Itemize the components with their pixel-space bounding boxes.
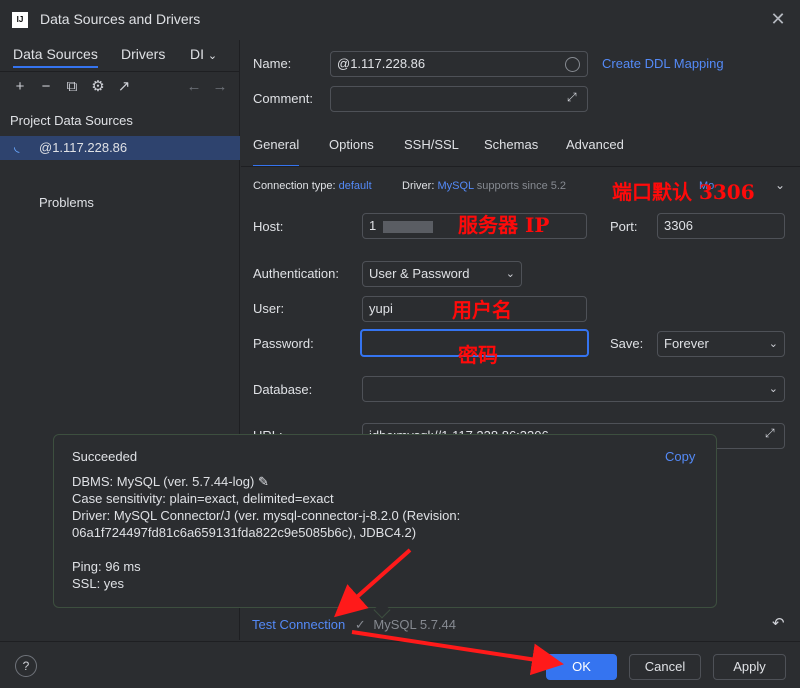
host-label: Host: <box>253 219 284 234</box>
mysql-version: MySQL 5.7.44 <box>373 617 457 632</box>
test-connection-row: Test Connection ✓ MySQL 5.7.44 <box>252 617 456 633</box>
section-title: Project Data Sources <box>10 113 133 128</box>
password-label: Password: <box>253 336 314 351</box>
tab-schemas[interactable]: Schemas <box>484 137 538 167</box>
annotation-server: 服务器 IP <box>458 213 550 237</box>
auth-label: Authentication: <box>253 266 340 281</box>
driver-line-2: 06a1f724497fd81c6a659131fda822c9e5085b6c… <box>72 525 417 540</box>
connection-type-label: Connection type: <box>253 180 336 192</box>
data-source-item[interactable]: ◟ @1.117.228.86 <box>0 136 240 160</box>
host-redacted <box>382 220 433 233</box>
auth-select[interactable]: User & Password ⌄ <box>362 261 522 287</box>
gear-icon[interactable]: ⚙ <box>88 77 108 97</box>
title-bar: IJ Data Sources and Drivers ✕ <box>0 0 800 40</box>
pencil-icon[interactable]: ✎ <box>258 474 269 489</box>
name-label: Name: <box>253 56 292 71</box>
tab-ddl-label: DI <box>190 46 204 62</box>
color-circle-icon[interactable] <box>565 57 580 72</box>
driver-note: supports since 5.2 <box>476 180 567 192</box>
annotation-password: 密码 <box>458 343 498 367</box>
test-connection-link[interactable]: Test Connection <box>252 617 345 632</box>
close-icon[interactable]: ✕ <box>768 8 788 30</box>
ping-line: Ping: 96 ms <box>72 559 141 574</box>
dbms-line: DBMS: MySQL (ver. 5.7.44-log) ✎ <box>72 474 269 490</box>
copy-link[interactable]: Copy <box>665 449 695 464</box>
tab-options[interactable]: Options <box>329 137 374 167</box>
status-succeeded: Succeeded <box>72 449 138 464</box>
tab-divider <box>241 166 800 167</box>
annotation-port: 端口默认 3306 <box>612 180 755 204</box>
connection-type-row: Connection type: default <box>253 180 372 192</box>
revert-icon[interactable]: ↶ <box>772 614 785 632</box>
cancel-button[interactable]: Cancel <box>629 654 701 680</box>
driver-row: Driver: MySQL supports since 5.2 <box>402 180 566 192</box>
tab-ssh-ssl[interactable]: SSH/SSL <box>404 137 459 167</box>
name-input[interactable]: @1.117.228.86 <box>330 51 588 77</box>
port-input[interactable]: 3306 <box>657 213 785 239</box>
save-label: Save: <box>610 336 644 351</box>
annotation-user: 用户名 <box>452 298 512 322</box>
chevron-down-icon: ⌄ <box>768 338 778 350</box>
window-title: Data Sources and Drivers <box>40 11 201 27</box>
ok-button[interactable]: OK <box>546 654 617 680</box>
duplicate-icon[interactable]: ⧉ <box>62 77 82 97</box>
remove-icon[interactable]: − <box>36 77 56 97</box>
comment-label: Comment: <box>253 91 313 106</box>
user-label: User: <box>253 301 285 316</box>
mysql-dolphin-icon: ◟ <box>14 138 20 154</box>
tab-drivers[interactable]: Drivers <box>121 46 165 68</box>
expand-icon[interactable]: ⤢ <box>567 90 577 105</box>
create-ddl-link[interactable]: Create DDL Mapping <box>602 56 724 71</box>
chevron-down-icon[interactable]: ⌄ <box>775 178 785 192</box>
database-select[interactable]: ⌄ <box>362 376 785 402</box>
test-result-popup: Succeeded Copy DBMS: MySQL (ver. 5.7.44-… <box>53 434 717 608</box>
ssl-line: SSL: yes <box>72 576 125 591</box>
problems-item[interactable]: Problems <box>39 195 94 210</box>
tab-data-sources[interactable]: Data Sources <box>13 46 98 68</box>
check-icon: ✓ <box>354 617 366 632</box>
tab-general[interactable]: General <box>253 137 300 167</box>
driver-value[interactable]: MySQL <box>437 180 473 192</box>
tab-ddl-mappings[interactable]: DI ⌄ <box>190 46 217 68</box>
save-select[interactable]: Forever ⌄ <box>657 331 785 357</box>
divider <box>0 71 240 72</box>
dbms-text: DBMS: MySQL (ver. 5.7.44-log) <box>72 474 255 489</box>
chevron-down-icon: ⌄ <box>768 383 778 395</box>
chevron-down-icon: ⌄ <box>207 50 218 62</box>
comment-input[interactable] <box>330 86 588 112</box>
help-icon[interactable]: ? <box>15 655 37 677</box>
back-arrow-icon[interactable]: ← <box>184 77 204 97</box>
data-source-label: @1.117.228.86 <box>39 140 128 155</box>
forward-arrow-icon[interactable]: → <box>210 77 230 97</box>
case-line: Case sensitivity: plain=exact, delimited… <box>72 491 334 506</box>
driver-line-1: Driver: MySQL Connector/J (ver. mysql-co… <box>72 508 461 523</box>
tab-advanced[interactable]: Advanced <box>566 137 624 167</box>
expand-icon[interactable]: ⤢ <box>765 426 775 441</box>
port-label: Port: <box>610 219 638 234</box>
go-to-icon[interactable]: ↗ <box>114 77 134 97</box>
add-icon[interactable]: + <box>10 77 30 97</box>
app-logo-icon: IJ <box>12 12 28 28</box>
apply-button[interactable]: Apply <box>713 654 786 680</box>
chevron-down-icon: ⌄ <box>505 268 515 280</box>
database-label: Database: <box>253 382 313 397</box>
driver-label: Driver: <box>402 180 435 192</box>
save-value: Forever <box>664 336 709 351</box>
connection-type-value[interactable]: default <box>339 180 372 192</box>
host-value: 1 <box>369 218 377 233</box>
bottom-bar: ? OK Cancel Apply <box>0 641 800 688</box>
auth-value: User & Password <box>369 266 470 281</box>
